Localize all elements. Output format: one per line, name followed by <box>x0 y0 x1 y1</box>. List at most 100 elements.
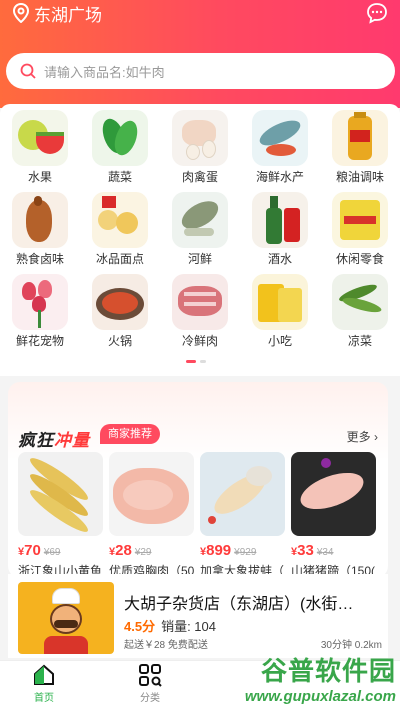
location-pin-icon <box>12 3 30 23</box>
location-label: 东湖广场 <box>34 5 102 25</box>
category-label: 肉禽蛋 <box>181 170 218 184</box>
tab-category[interactable]: 分类 <box>120 663 180 704</box>
original-price: ¥29 <box>135 547 152 558</box>
category-label: 火锅 <box>107 334 132 348</box>
shop-name: 大胡子杂货店（东湖店）(水街… <box>124 596 354 613</box>
chicken-breast-image <box>109 452 194 536</box>
chilled-meat-icon <box>172 274 228 330</box>
more-label: 更多 <box>346 430 371 444</box>
watermark-title: 谷普软件园 <box>260 656 396 686</box>
category-label: 冷鲜肉 <box>181 334 218 348</box>
category-snack[interactable]: 休闲零食 <box>320 192 400 266</box>
cooked-duck-icon <box>12 192 68 248</box>
category-label: 河鲜 <box>187 252 212 266</box>
flower-icon <box>12 274 68 330</box>
snack-icon <box>332 192 388 248</box>
river-fish-icon <box>172 192 228 248</box>
category-label: 粮油调味 <box>335 170 384 184</box>
category-label: 酒水 <box>267 252 292 266</box>
fruit-icon <box>12 110 68 166</box>
delivery-info: 起送￥28 免费配送 <box>124 640 208 651</box>
old-price-value: 929 <box>239 547 257 558</box>
category-chilled-meat[interactable]: 冷鲜肉 <box>160 274 240 348</box>
shop-card[interactable]: 大胡子杂货店（东湖店）(水街… 4.5分 销量: 104 起送￥28 免费配送 3… <box>8 574 388 658</box>
more-link[interactable]: 更多 › <box>347 428 378 445</box>
category-panel: 水果 蔬菜 肉禽蛋 海鲜水产 粮油调味 熟食卤味 冰品面点 河鲜 酒水 休闲零食… <box>0 104 400 376</box>
goods-item[interactable]: ¥899 ¥929 加拿大象拔蚌（ <box>200 452 285 579</box>
page-indicator <box>186 360 206 363</box>
vegetable-icon <box>92 110 148 166</box>
shop-rating: 4.5分 销量: 104 <box>124 616 216 635</box>
category-beverage[interactable]: 酒水 <box>240 192 320 266</box>
category-vegetable[interactable]: 蔬菜 <box>80 110 160 184</box>
category-river-fish[interactable]: 河鲜 <box>160 192 240 266</box>
old-price-value: 29 <box>140 547 152 558</box>
category-meat-egg[interactable]: 肉禽蛋 <box>160 110 240 184</box>
category-label: 休闲零食 <box>335 252 384 266</box>
seafood-icon <box>252 110 308 166</box>
old-price-value: 34 <box>322 547 334 558</box>
original-price: ¥34 <box>317 547 334 558</box>
promo-section: 疯狂冲量 商家推荐 更多 › ¥70 ¥69 浙江象山小黄鱼 ¥28 ¥29 优… <box>8 382 388 578</box>
current-price: ¥70 <box>18 542 41 559</box>
category-cold-dish[interactable]: 凉菜 <box>320 274 400 348</box>
category-grid-icon <box>139 664 162 687</box>
goods-list: ¥70 ¥69 浙江象山小黄鱼 ¥28 ¥29 优质鸡胸肉（50 ¥899 ¥929 <box>18 452 376 579</box>
geoduck-image <box>200 452 285 536</box>
category-label: 冰品面点 <box>95 252 144 266</box>
category-hotpot[interactable]: 火锅 <box>80 274 160 348</box>
category-label: 凉菜 <box>347 334 372 348</box>
category-fruit[interactable]: 水果 <box>0 110 80 184</box>
category-oil-grain[interactable]: 粮油调味 <box>320 110 400 184</box>
goods-item[interactable]: ¥70 ¥69 浙江象山小黄鱼 <box>18 452 103 579</box>
promo-title-b: 冲量 <box>54 431 90 450</box>
tab-home-label: 首页 <box>34 693 54 704</box>
goods-item[interactable]: ¥28 ¥29 优质鸡胸肉（50 <box>109 452 194 579</box>
current-price: ¥33 <box>291 542 314 559</box>
category-grid: 水果 蔬菜 肉禽蛋 海鲜水产 粮油调味 熟食卤味 冰品面点 河鲜 酒水 休闲零食… <box>0 110 400 348</box>
header-banner: 东湖广场 请输入商品名:如牛肉 <box>0 0 400 108</box>
location-selector[interactable]: 东湖广场 <box>12 0 102 26</box>
chef-logo-icon <box>18 582 114 654</box>
price-value: 33 <box>297 542 314 559</box>
promo-title: 疯狂冲量 <box>18 426 90 451</box>
beverage-bottle-icon <box>252 192 308 248</box>
category-label: 熟食卤味 <box>15 252 64 266</box>
price-row: ¥33 ¥34 <box>291 542 376 560</box>
home-icon <box>34 664 54 685</box>
meat-egg-icon <box>172 110 228 166</box>
bottom-tab-bar: 首页 分类 谷普软件园 www.gupuxlazal.com <box>0 656 400 711</box>
category-cooked-food[interactable]: 熟食卤味 <box>0 192 80 266</box>
original-price: ¥69 <box>44 547 61 558</box>
page-dot-active <box>186 360 196 363</box>
tab-home[interactable]: 首页 <box>14 663 74 704</box>
category-label: 蔬菜 <box>107 170 132 184</box>
hotpot-icon <box>92 274 148 330</box>
price-row: ¥899 ¥929 <box>200 542 285 560</box>
page-dot <box>200 360 206 363</box>
tab-category-label: 分类 <box>140 693 160 704</box>
original-price: ¥929 <box>234 547 256 558</box>
frozen-dessert-icon <box>92 192 148 248</box>
watermark-url: www.gupuxlazal.com <box>244 688 396 705</box>
message-icon[interactable] <box>366 2 388 24</box>
search-input[interactable]: 请输入商品名:如牛肉 <box>6 53 395 89</box>
yellow-croaker-image <box>18 452 103 536</box>
category-label: 海鲜水产 <box>255 170 304 184</box>
goods-item[interactable]: ¥33 ¥34 山猪猪蹄（150( <box>291 452 376 579</box>
category-seafood[interactable]: 海鲜水产 <box>240 110 320 184</box>
snack-bag-icon <box>252 274 308 330</box>
oil-grain-icon <box>332 110 388 166</box>
search-icon <box>20 63 36 79</box>
promo-title-a: 疯狂 <box>18 431 54 450</box>
distance-info: 30分钟 0.2km <box>320 640 382 651</box>
price-row: ¥28 ¥29 <box>109 542 194 560</box>
category-label: 水果 <box>27 170 52 184</box>
current-price: ¥899 <box>200 542 231 559</box>
rating-score: 4.5分 <box>124 619 156 634</box>
category-snack-food[interactable]: 小吃 <box>240 274 320 348</box>
category-frozen-pastry[interactable]: 冰品面点 <box>80 192 160 266</box>
merchant-recommend-tag: 商家推荐 <box>100 424 160 444</box>
price-value: 899 <box>206 542 232 559</box>
category-flower-pet[interactable]: 鲜花宠物 <box>0 274 80 348</box>
